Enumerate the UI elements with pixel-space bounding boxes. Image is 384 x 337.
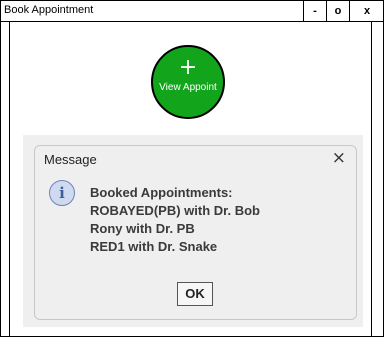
content-border-left	[9, 21, 10, 336]
maximize-button[interactable]: o	[326, 1, 349, 21]
book-appointment-window: Book Appointment - o x + View Appoint Me…	[0, 0, 384, 337]
view-appointments-label: View Appoint	[159, 82, 217, 93]
title-bar: Book Appointment - o x	[1, 1, 383, 22]
window-title: Book Appointment	[4, 4, 94, 16]
message-line: ROBAYED(PB) with Dr. Bob	[90, 203, 260, 218]
info-icon: i	[49, 180, 75, 206]
view-appointments-button[interactable]: + View Appoint	[151, 45, 225, 119]
minimize-button[interactable]: -	[303, 1, 326, 21]
ok-button[interactable]: OK	[177, 282, 213, 306]
message-line: Rony with Dr. PB	[90, 221, 195, 236]
content-border-right	[371, 21, 372, 336]
close-button[interactable]: x	[349, 1, 384, 21]
message-dialog: Message × i Booked Appointments: ROBAYED…	[34, 145, 357, 320]
close-icon[interactable]: ×	[332, 148, 346, 168]
dialog-title: Message	[44, 152, 97, 167]
message-line: RED1 with Dr. Snake	[90, 239, 218, 254]
message-line: Booked Appointments:	[90, 185, 233, 200]
message-text: Booked Appointments: ROBAYED(PB) with Dr…	[90, 184, 260, 256]
plus-icon: +	[178, 55, 198, 80]
